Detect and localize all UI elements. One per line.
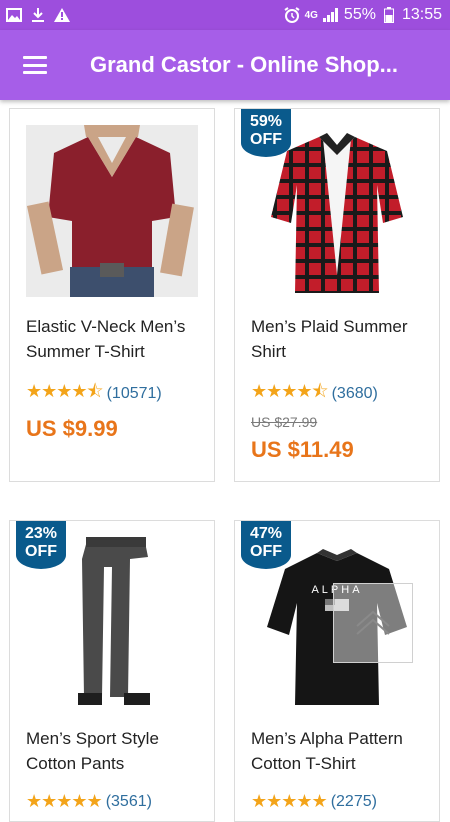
product-image bbox=[26, 125, 198, 297]
discount-label: OFF bbox=[250, 543, 282, 560]
app-title: Grand Castor - Online Shop... bbox=[90, 52, 399, 77]
chevron-up-icon bbox=[356, 610, 390, 635]
discount-percent: 47% bbox=[249, 525, 283, 542]
discount-label: OFF bbox=[25, 543, 57, 560]
discount-label: OFF bbox=[250, 131, 282, 148]
star-rating-icon: ★★★★★ bbox=[251, 791, 328, 811]
review-count: (10571) bbox=[106, 385, 162, 402]
discount-badge: 47% OFF bbox=[241, 521, 291, 569]
product-rating: ★★★★⯪ (10571) bbox=[26, 379, 162, 409]
product-rating: ★★★★★ (3561) bbox=[26, 791, 152, 812]
product-title: Men’s Plaid Summer Shirt bbox=[251, 317, 408, 361]
review-count: (3680) bbox=[331, 385, 378, 402]
product-price: US $11.49 bbox=[251, 437, 354, 462]
star-rating-icon: ★★★★⯪ bbox=[251, 381, 329, 401]
discount-badge: 59% OFF bbox=[241, 109, 291, 157]
alarm-icon bbox=[284, 7, 300, 23]
star-rating-icon: ★★★★⯪ bbox=[26, 381, 104, 401]
warning-icon bbox=[54, 7, 70, 23]
product-title: Men’s Alpha Pattern Cotton T-Shirt bbox=[251, 729, 403, 773]
status-bar: 4G 55% 13:55 bbox=[0, 0, 450, 30]
product-rating: ★★★★⯪ (3680) bbox=[251, 379, 378, 409]
product-title: Men’s Sport Style Cotton Pants bbox=[26, 729, 159, 773]
product-rating: ★★★★★ (2275) bbox=[251, 791, 377, 812]
image-icon bbox=[6, 7, 22, 23]
hamburger-icon bbox=[23, 56, 47, 74]
star-rating-icon: ★★★★★ bbox=[26, 791, 103, 811]
product-price: US $9.99 bbox=[26, 416, 118, 441]
discount-badge: 23% OFF bbox=[16, 521, 66, 569]
product-card[interactable]: 59% OFF Men’s Plaid Summer Shirt ★★★★⯪ (… bbox=[234, 108, 440, 482]
product-card[interactable]: 23% OFF Men’s Sport Style Cotton Pants ★… bbox=[9, 520, 215, 822]
app-bar: Grand Castor - Online Shop... bbox=[0, 30, 450, 100]
product-card[interactable]: Elastic V-Neck Men’s Summer T-Shirt ★★★★… bbox=[9, 108, 215, 482]
scroll-to-top-button[interactable] bbox=[333, 583, 413, 663]
download-icon bbox=[30, 7, 46, 23]
signal-icon bbox=[322, 7, 339, 23]
review-count: (2275) bbox=[330, 792, 377, 810]
review-count: (3561) bbox=[105, 792, 152, 810]
product-title: Elastic V-Neck Men’s Summer T-Shirt bbox=[26, 317, 186, 361]
battery-icon bbox=[381, 7, 397, 23]
network-type: 4G bbox=[304, 9, 318, 21]
original-price: US $27.99 bbox=[251, 414, 318, 430]
clock: 13:55 bbox=[401, 6, 442, 23]
discount-percent: 23% bbox=[24, 525, 58, 542]
product-card[interactable]: ALPHA 47% OFF Men’s Alpha Pattern Cotton… bbox=[234, 520, 440, 822]
product-grid: Elastic V-Neck Men’s Summer T-Shirt ★★★★… bbox=[0, 100, 450, 822]
discount-percent: 59% bbox=[249, 113, 283, 130]
menu-button[interactable] bbox=[0, 30, 70, 100]
battery-percent: 55% bbox=[343, 6, 376, 23]
